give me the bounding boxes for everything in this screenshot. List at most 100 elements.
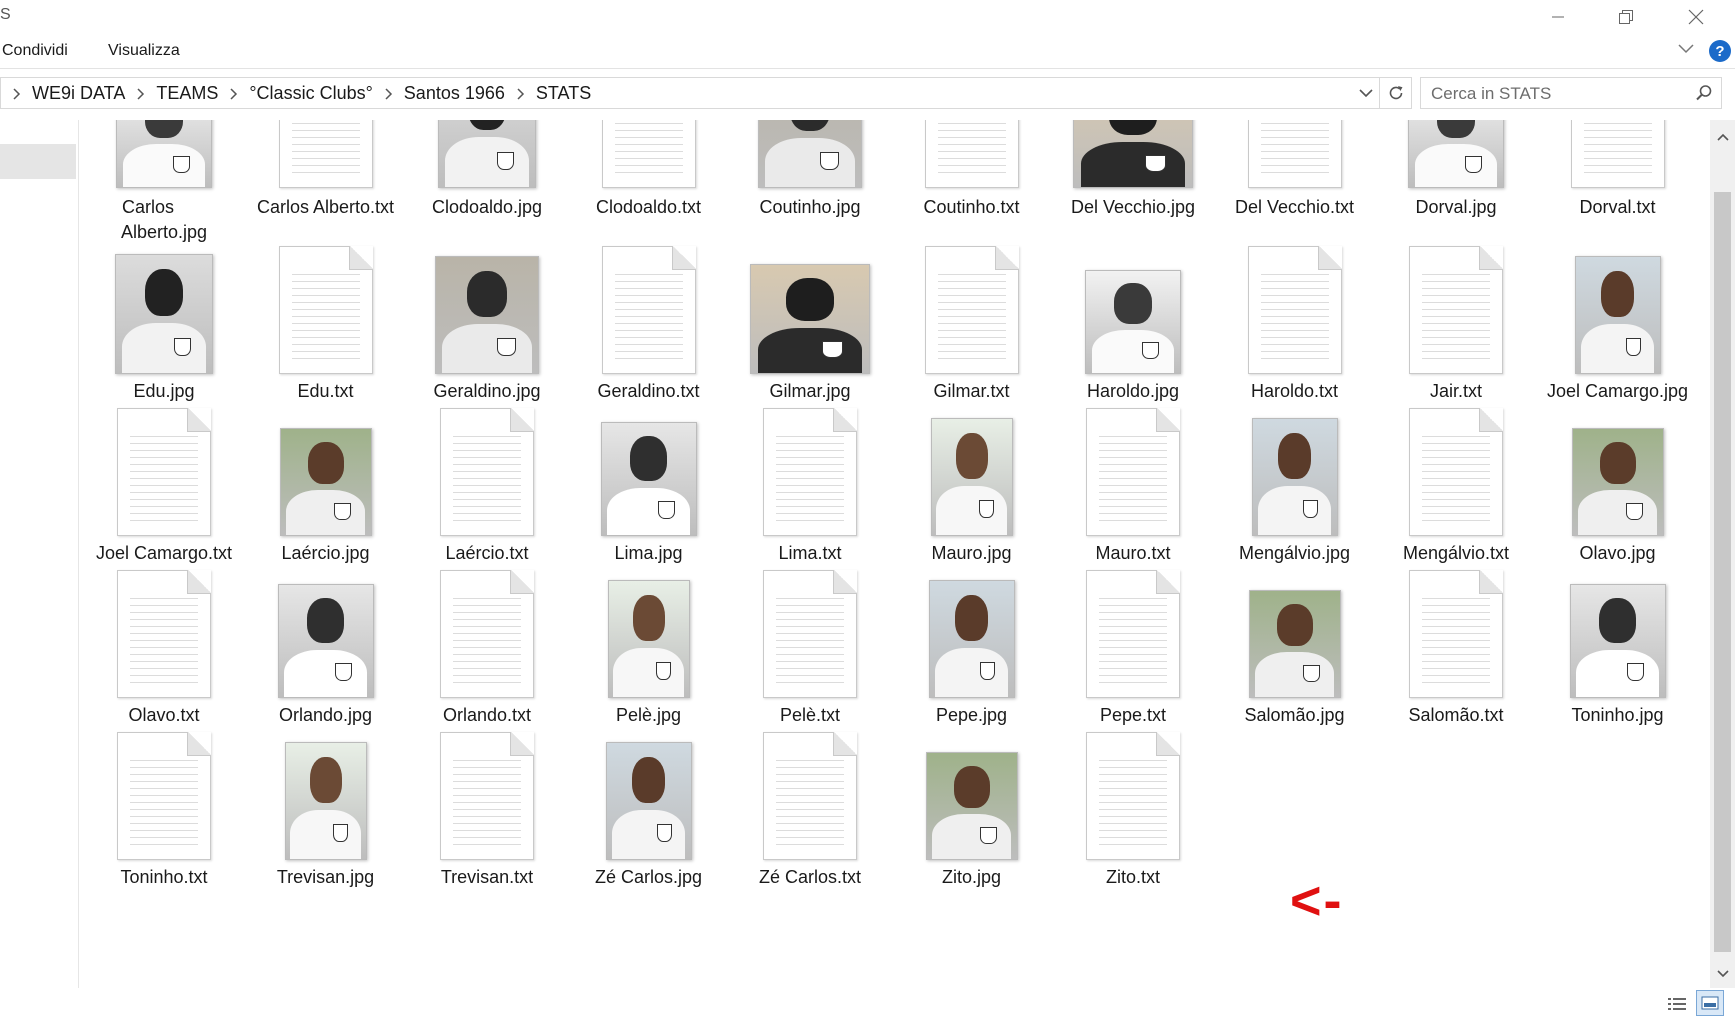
text-document-icon	[1057, 120, 1209, 860]
photo-head	[1598, 598, 1637, 644]
breadcrumb-separator-icon[interactable]	[227, 78, 241, 108]
text-document-icon	[411, 120, 563, 860]
image-thumbnail	[1219, 120, 1371, 698]
address-history-dropdown[interactable]	[1354, 78, 1378, 108]
breadcrumb-item[interactable]: WE9i DATA	[32, 83, 125, 104]
image-thumbnail	[1542, 120, 1694, 698]
file-name-label: Zito.txt	[1105, 867, 1160, 887]
photo-shirt	[611, 810, 686, 859]
file-name-label: Zé Carlos.jpg	[594, 867, 703, 887]
help-icon[interactable]: ?	[1709, 40, 1731, 62]
club-crest-icon	[656, 824, 673, 843]
file-grid[interactable]: Carlos Alberto.jpg Carlos Alberto.txt Clodo…	[80, 120, 1710, 990]
image-file-item[interactable]: Zé Carlos.jpg	[573, 120, 725, 887]
photo-head	[953, 765, 990, 809]
breadcrumb-item[interactable]: STATS	[536, 83, 591, 104]
chevron-down-icon	[1678, 44, 1694, 54]
navigation-pane[interactable]	[0, 120, 79, 990]
file-name-label: Zito.jpg	[941, 867, 1002, 887]
minimize-icon	[1552, 16, 1564, 18]
large-icons-view-button[interactable]	[1696, 990, 1724, 1016]
image-thumbnail	[250, 120, 402, 860]
text-file-item[interactable]: Zé Carlos.txt	[734, 120, 886, 887]
photo-head	[309, 756, 342, 804]
document-page	[1409, 570, 1503, 698]
breadcrumb-separator-icon[interactable]	[10, 78, 24, 108]
search-icon[interactable]	[1695, 84, 1713, 102]
text-file-item[interactable]: Toninho.txt	[88, 120, 240, 887]
file-name-label: Toninho.jpg	[1571, 705, 1664, 725]
text-file-item[interactable]: Trevisan.txt	[411, 120, 563, 887]
file-name-label: Salomão.txt	[1408, 705, 1504, 725]
image-file-item[interactable]: Toninho.jpg	[1542, 120, 1694, 725]
image-file-item[interactable]: Zito.jpg	[896, 120, 1048, 887]
file-name-label: Salomão.jpg	[1244, 705, 1345, 725]
club-crest-icon	[1626, 663, 1644, 682]
player-photo	[605, 742, 692, 860]
photo-head	[631, 756, 666, 804]
image-file-item[interactable]: Salomão.jpg	[1219, 120, 1371, 725]
player-photo	[925, 752, 1018, 860]
large-icons-view-icon	[1701, 996, 1719, 1010]
file-name-label: Toninho.txt	[120, 867, 208, 887]
image-thumbnail	[896, 120, 1048, 860]
chevron-up-icon	[1716, 133, 1729, 141]
text-file-item[interactable]: Zito.txt	[1057, 120, 1209, 887]
document-page	[117, 732, 211, 860]
scroll-up-button[interactable]	[1714, 128, 1731, 146]
search-input[interactable]: Cerca in STATS	[1420, 77, 1722, 109]
breadcrumb-separator-icon[interactable]	[134, 78, 148, 108]
breadcrumb-item[interactable]: Santos 1966	[404, 83, 505, 104]
text-file-item[interactable]: Salomão.txt	[1380, 120, 1532, 725]
breadcrumb-separator-icon[interactable]	[382, 78, 396, 108]
club-crest-icon	[1303, 665, 1320, 683]
vertical-scrollbar[interactable]	[1710, 120, 1735, 988]
tab-view[interactable]: Visualizza	[108, 42, 180, 60]
breadcrumb-item[interactable]: TEAMS	[156, 83, 218, 104]
document-page	[763, 732, 857, 860]
tab-share[interactable]: Condividi	[2, 42, 68, 60]
search-placeholder: Cerca in STATS	[1431, 84, 1552, 103]
close-button[interactable]	[1663, 0, 1729, 34]
chevron-down-icon	[1359, 89, 1373, 98]
ribbon-tabs: Condividi Visualizza	[0, 34, 1735, 69]
breadcrumb-item[interactable]: °Classic Clubs°	[249, 83, 372, 104]
restore-icon	[1619, 10, 1633, 24]
close-icon	[1688, 9, 1704, 25]
document-page	[1086, 732, 1180, 860]
refresh-button[interactable]	[1380, 77, 1412, 109]
player-photo	[1569, 584, 1666, 698]
status-bar	[0, 988, 1735, 1020]
address-bar[interactable]: WE9i DATA TEAMS °Classic Clubs° Santos 1966…	[0, 77, 1380, 109]
player-photo	[1248, 590, 1341, 698]
photo-shirt	[1254, 652, 1335, 697]
image-thumbnail	[573, 120, 725, 860]
nav-selected-item[interactable]	[0, 144, 76, 179]
breadcrumb: WE9i DATA TEAMS °Classic Clubs° Santos 1966…	[1, 78, 591, 108]
file-name-label: Zé Carlos.txt	[758, 867, 862, 887]
refresh-icon	[1389, 86, 1402, 100]
chevron-down-icon	[1716, 970, 1729, 978]
scrollbar-thumb[interactable]	[1714, 192, 1731, 952]
photo-shirt	[1576, 649, 1659, 697]
club-crest-icon	[980, 827, 997, 845]
scroll-down-button[interactable]	[1714, 965, 1731, 983]
image-file-item[interactable]: Trevisan.jpg	[250, 120, 402, 887]
breadcrumb-separator-icon[interactable]	[514, 78, 528, 108]
window-title: S	[0, 6, 11, 23]
title-bar: S	[0, 0, 1735, 34]
file-name-label: Trevisan.txt	[440, 867, 534, 887]
annotation-arrow: <-	[1290, 871, 1344, 931]
restore-button[interactable]	[1593, 0, 1659, 34]
text-document-icon	[734, 120, 886, 860]
expand-ribbon-button[interactable]	[1676, 42, 1698, 62]
file-name-label: Trevisan.jpg	[276, 867, 375, 887]
photo-shirt	[931, 814, 1012, 859]
document-page	[440, 732, 534, 860]
photo-head	[1276, 603, 1313, 647]
details-view-button[interactable]	[1664, 992, 1690, 1016]
club-crest-icon	[333, 824, 348, 843]
text-document-icon	[88, 120, 240, 860]
details-view-icon	[1668, 998, 1686, 1010]
minimize-button[interactable]	[1525, 0, 1591, 34]
